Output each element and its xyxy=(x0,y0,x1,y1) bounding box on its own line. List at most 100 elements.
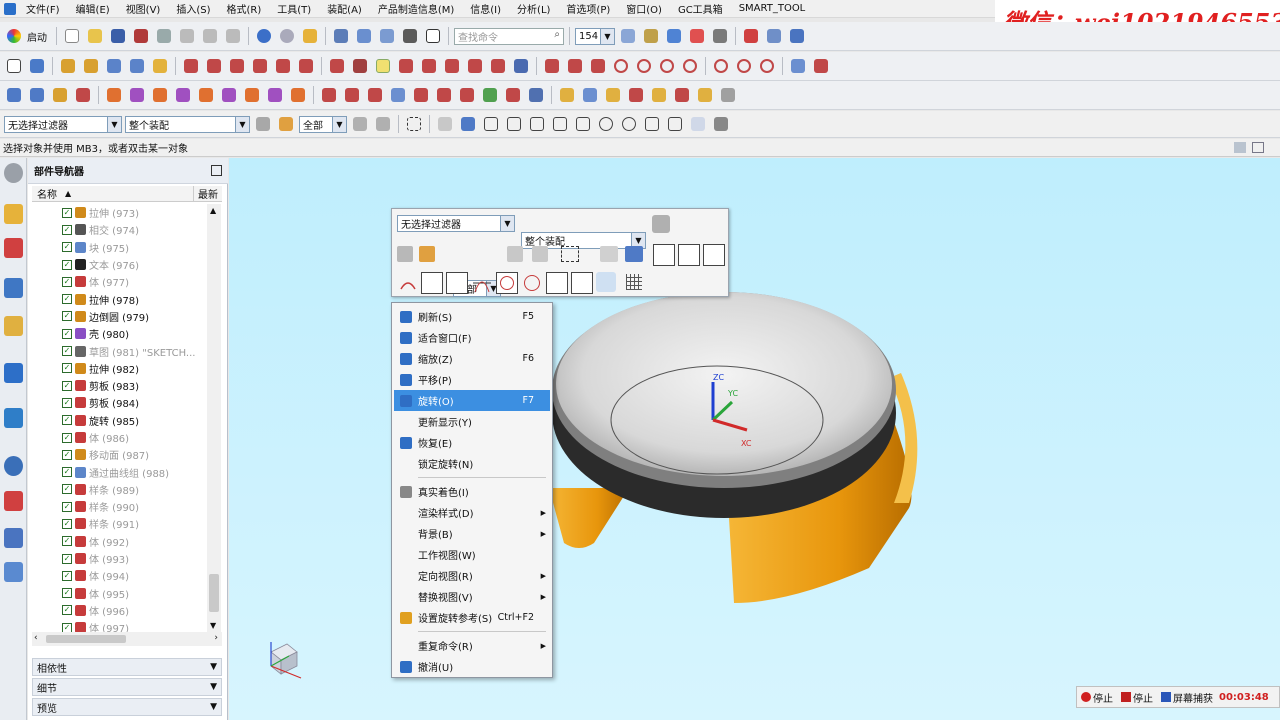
offset-curve-icon[interactable] xyxy=(204,56,224,76)
boss-icon[interactable] xyxy=(104,56,124,76)
horizontal-scrollbar[interactable]: ‹ › xyxy=(32,632,222,646)
visibility-checkbox[interactable]: ✓ xyxy=(62,484,72,495)
select-body-icon[interactable] xyxy=(435,114,455,134)
chevron-down-icon[interactable]: ▼ xyxy=(600,28,614,44)
context-menu-item[interactable]: 定向视图(R) ▶ xyxy=(394,565,550,586)
context-menu-item[interactable]: 恢复(E) xyxy=(394,432,550,453)
menu-smart-tool[interactable]: SMART_TOOL xyxy=(731,3,814,14)
column-name[interactable]: 名称 xyxy=(32,186,57,201)
feature-tree-row[interactable]: ✓拉伸 (978)✓ xyxy=(32,290,210,307)
popup-snap-control-icon[interactable] xyxy=(703,244,725,266)
render-style-icon[interactable] xyxy=(618,26,638,46)
visibility-checkbox[interactable]: ✓ xyxy=(62,207,72,218)
sketch-icon[interactable] xyxy=(4,56,24,76)
chevron-down-icon[interactable]: ▼ xyxy=(210,702,217,712)
extension-icon[interactable] xyxy=(434,85,454,105)
curve-icon[interactable] xyxy=(181,56,201,76)
block-icon[interactable] xyxy=(150,56,170,76)
roles-icon[interactable] xyxy=(4,562,23,582)
context-menu-item[interactable]: 撤消(U) xyxy=(394,656,550,677)
snap-intersection-icon[interactable] xyxy=(550,114,570,134)
feature-tree-row[interactable]: ✓体 (997)✓ xyxy=(32,619,210,632)
menu-info[interactable]: 信息(I) xyxy=(462,1,509,16)
snap-on-curve-icon[interactable] xyxy=(665,114,685,134)
feature-tree-row[interactable]: ✓文本 (976)✓ xyxy=(32,256,210,273)
popup-selection-settings-icon[interactable] xyxy=(652,215,670,233)
chevron-down-icon[interactable]: ▼ xyxy=(210,662,217,672)
recorder-stop-1[interactable]: 停止 xyxy=(1093,690,1113,705)
edge-fillet-icon[interactable] xyxy=(542,56,562,76)
feature-tree-row[interactable]: ✓剪板 (984)✓ xyxy=(32,394,210,411)
feature-tree-row[interactable]: ✓样条 (989)✓ xyxy=(32,481,210,498)
studio-surface-icon[interactable] xyxy=(480,85,500,105)
circle-3pt-icon[interactable] xyxy=(657,56,677,76)
subtract-icon[interactable] xyxy=(127,85,147,105)
menu-file[interactable]: 文件(F) xyxy=(18,1,68,16)
context-menu-item[interactable]: 旋转(O) F7 xyxy=(394,390,550,411)
offset-region-icon[interactable] xyxy=(626,85,646,105)
replace-face-icon[interactable] xyxy=(649,85,669,105)
feature-tree-row[interactable]: ✓样条 (991)✓ xyxy=(32,515,210,532)
popup-snap-on-face-icon[interactable] xyxy=(596,272,616,292)
synchronous-icon[interactable] xyxy=(718,85,738,105)
system-materials-icon[interactable] xyxy=(4,491,23,511)
panel-dependencies[interactable]: 相依性 ▼ xyxy=(32,658,222,676)
visibility-checkbox[interactable]: ✓ xyxy=(62,328,72,339)
save-icon[interactable] xyxy=(108,26,128,46)
menu-pmi[interactable]: 产品制造信息(M) xyxy=(370,1,462,16)
snap-toggle-icon[interactable] xyxy=(373,56,393,76)
model-view[interactable]: ZC YC XC xyxy=(229,158,1280,720)
move-face-icon[interactable] xyxy=(603,85,623,105)
orient-view-icon[interactable] xyxy=(641,26,661,46)
arc-center-icon[interactable] xyxy=(734,56,754,76)
new-file-icon[interactable] xyxy=(62,26,82,46)
context-menu-item[interactable]: 渲染样式(D) ▶ xyxy=(394,502,550,523)
trim-icon[interactable] xyxy=(227,56,247,76)
circle-center-icon[interactable] xyxy=(634,56,654,76)
part-navigator-icon[interactable] xyxy=(4,278,23,298)
section-view-icon[interactable] xyxy=(687,26,707,46)
visibility-checkbox[interactable]: ✓ xyxy=(62,622,72,632)
datum-icon[interactable] xyxy=(788,56,808,76)
selection-settings-icon[interactable] xyxy=(253,114,273,134)
transform-icon[interactable] xyxy=(354,26,374,46)
settings-gear-icon[interactable] xyxy=(4,163,23,183)
web-browser-icon[interactable] xyxy=(4,363,23,383)
rectangle-select-icon[interactable] xyxy=(404,114,424,134)
arc-3pt-icon[interactable] xyxy=(757,56,777,76)
menu-tools[interactable]: 工具(T) xyxy=(269,1,319,16)
sew-icon[interactable] xyxy=(288,85,308,105)
recorder-capture[interactable]: 屏幕捕获 xyxy=(1173,690,1213,705)
redo-icon[interactable] xyxy=(277,26,297,46)
snap-endpoint-icon[interactable] xyxy=(481,114,501,134)
visibility-checkbox[interactable]: ✓ xyxy=(62,380,72,391)
select-all-icon[interactable] xyxy=(741,26,761,46)
record-stop-icon[interactable] xyxy=(1081,692,1091,702)
feature-tree-row[interactable]: ✓旋转 (985)✓ xyxy=(32,412,210,429)
draft-icon[interactable] xyxy=(242,85,262,105)
visibility-checkbox[interactable]: ✓ xyxy=(62,363,72,374)
assembly-navigator-icon[interactable] xyxy=(4,204,23,224)
visibility-checkbox[interactable]: ✓ xyxy=(62,518,72,529)
start-icon[interactable] xyxy=(4,26,24,46)
swept-icon[interactable] xyxy=(342,85,362,105)
arc-icon[interactable] xyxy=(419,56,439,76)
point-set-icon[interactable] xyxy=(350,56,370,76)
layer-icon[interactable] xyxy=(377,26,397,46)
context-menu-item[interactable]: 重复命令(R) ▶ xyxy=(394,635,550,656)
feature-tree-row[interactable]: ✓剪板 (983)✓ xyxy=(32,377,210,394)
popup-snap-spline-icon[interactable] xyxy=(446,272,468,294)
feature-tree-row[interactable]: ✓相交 (974)✓ xyxy=(32,221,210,238)
popup-snap-intersection-icon[interactable] xyxy=(471,272,493,294)
visibility-checkbox[interactable]: ✓ xyxy=(62,242,72,253)
snap-on-face-icon[interactable] xyxy=(688,114,708,134)
line-icon[interactable] xyxy=(396,56,416,76)
history-icon[interactable] xyxy=(4,408,23,428)
feature-tree-row[interactable]: ✓草图 (981) "SKETCH...✓ xyxy=(32,342,210,359)
mesh-icon[interactable] xyxy=(580,85,600,105)
panel-preview[interactable]: 预览 ▼ xyxy=(32,698,222,716)
copy-icon[interactable] xyxy=(200,26,220,46)
surface-sketch-icon[interactable] xyxy=(4,85,24,105)
sort-ascending-icon[interactable]: ▲ xyxy=(65,189,71,198)
popup-grid-icon[interactable] xyxy=(626,274,642,290)
